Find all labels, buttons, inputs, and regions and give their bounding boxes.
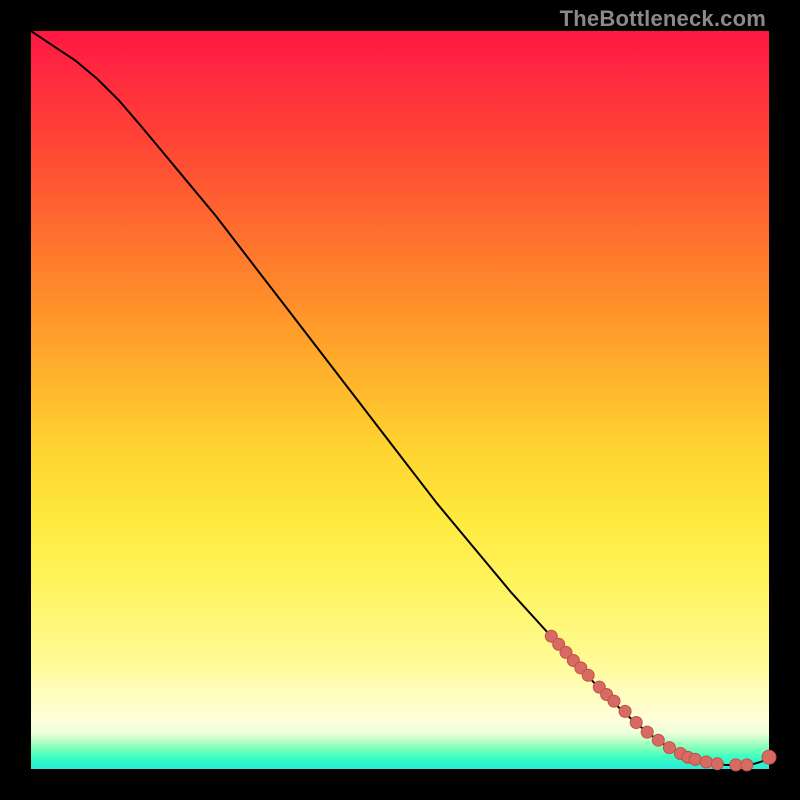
data-point: [689, 753, 701, 765]
data-point: [730, 759, 742, 771]
data-point: [652, 734, 664, 746]
data-point: [608, 695, 620, 707]
data-point: [762, 750, 776, 764]
data-point: [582, 669, 594, 681]
data-point: [641, 726, 653, 738]
data-point: [663, 742, 675, 754]
bottleneck-curve: [31, 31, 769, 765]
data-point: [741, 759, 753, 771]
watermark-text: TheBottleneck.com: [560, 6, 766, 32]
data-points-group: [545, 630, 776, 771]
data-point: [700, 756, 712, 768]
data-point: [630, 717, 642, 729]
data-point: [619, 705, 631, 717]
chart-frame: TheBottleneck.com: [0, 0, 800, 800]
data-point: [711, 758, 723, 770]
chart-overlay: [31, 31, 769, 769]
